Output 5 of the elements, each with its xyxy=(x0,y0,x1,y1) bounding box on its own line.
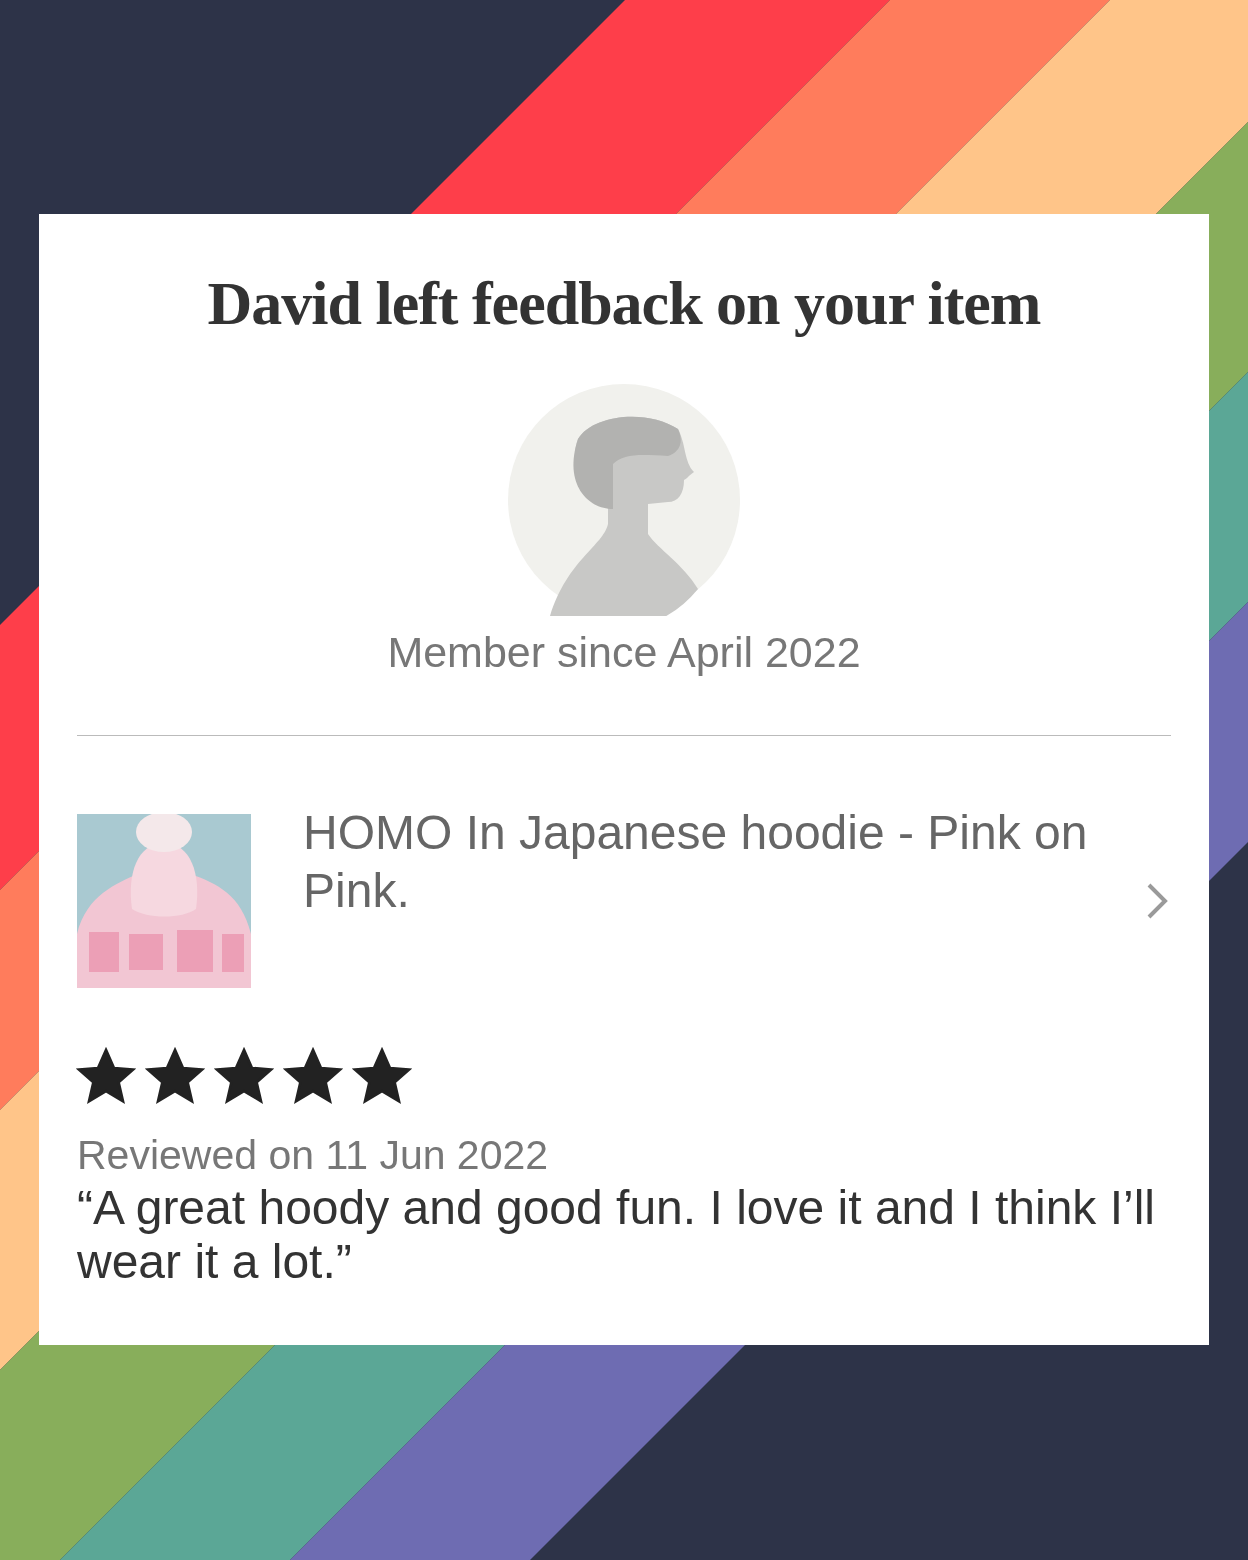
review-date: Reviewed on 11 Jun 2022 xyxy=(77,1130,550,1180)
review-text: “A great hoody and good fun. I love it and I think I’ll wear it a lot.” xyxy=(77,1180,1157,1289)
item-row[interactable]: HOMO In Japanese hoodie - Pink on Pink. xyxy=(77,813,1171,988)
avatar-icon xyxy=(508,384,740,616)
member-since: Member since April 2022 xyxy=(386,627,862,678)
